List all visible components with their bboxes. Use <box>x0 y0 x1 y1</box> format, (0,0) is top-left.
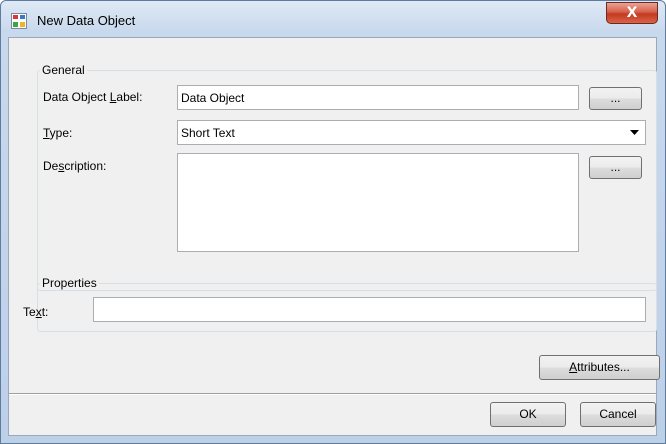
title-bar[interactable]: New Data Object X <box>1 1 665 37</box>
close-icon: X <box>626 5 638 21</box>
type-label: Type: <box>43 126 73 140</box>
window-title: New Data Object <box>37 13 136 28</box>
description-label: Description: <box>43 159 107 173</box>
data-object-app-icon <box>11 13 27 29</box>
description-textarea[interactable] <box>177 153 579 252</box>
dialog-client-area: General Data Object Label: ... Type: Sho… <box>8 37 660 436</box>
attributes-button[interactable]: Attributes... <box>539 355 660 380</box>
footer-separator-highlight <box>9 394 656 395</box>
text-label: Text: <box>23 305 49 319</box>
dialog-window: New Data Object X General Data Object La… <box>0 0 666 444</box>
description-browse-button[interactable]: ... <box>589 156 642 179</box>
properties-group-legend: Properties <box>42 276 97 290</box>
data-object-label-label: Data Object Label: <box>43 90 143 104</box>
general-group-legend: General <box>42 63 85 77</box>
close-button[interactable]: X <box>606 2 658 24</box>
label-browse-button[interactable]: ... <box>589 87 642 110</box>
cancel-button[interactable]: Cancel <box>580 402 656 427</box>
type-select-value: Short Text <box>181 126 235 140</box>
chevron-down-icon[interactable] <box>630 130 639 136</box>
data-object-label-input[interactable] <box>177 85 579 110</box>
text-input[interactable] <box>93 297 646 322</box>
type-select[interactable]: Short Text <box>177 120 646 145</box>
ok-button[interactable]: OK <box>490 402 566 427</box>
